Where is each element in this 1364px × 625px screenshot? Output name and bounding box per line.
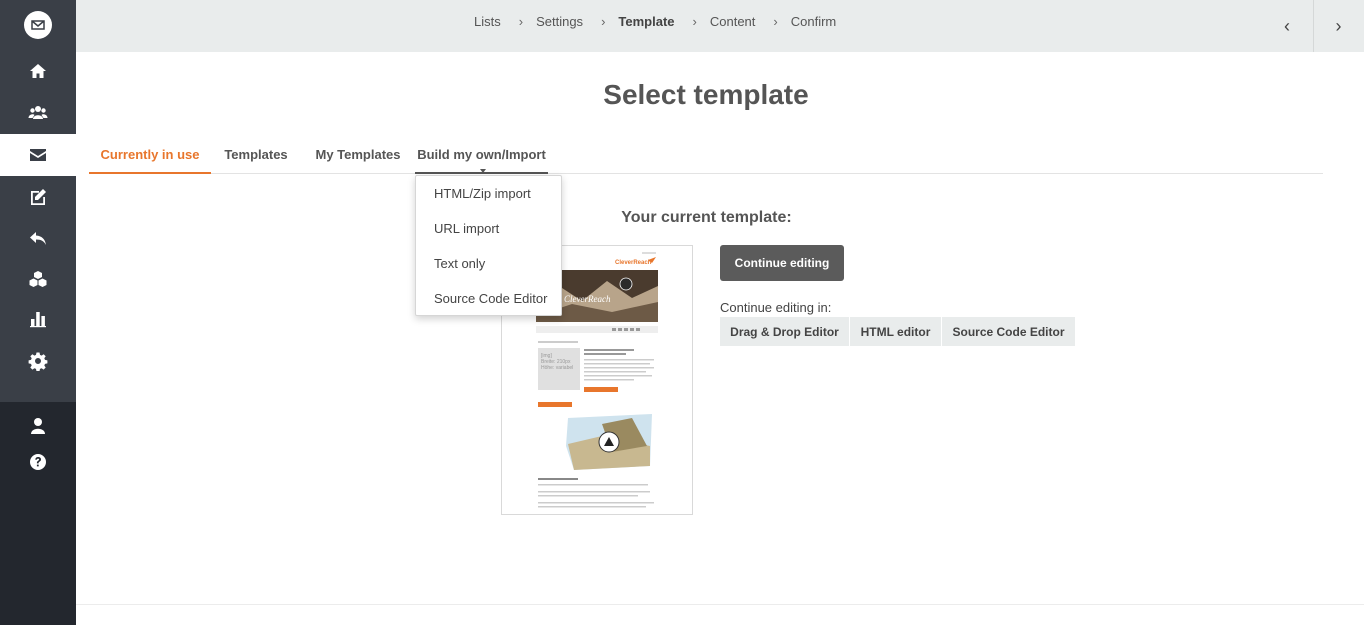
html-editor-button[interactable]: HTML editor [850,317,942,346]
breadcrumb-settings[interactable]: Settings [536,14,583,29]
sidebar-item-help[interactable] [0,441,76,483]
tab-templates[interactable]: Templates [215,140,297,174]
breadcrumb: Lists › Settings › Template › Content › … [474,14,836,29]
breadcrumb-lists[interactable]: Lists [474,14,501,29]
menu-item-url-import[interactable]: URL import [434,221,499,236]
sidebar-item-settings[interactable] [0,340,76,382]
next-step-button[interactable]: › [1313,0,1363,52]
sidebar-item-addons[interactable] [0,258,76,300]
template-tabs: Currently in use Templates My Templates … [89,140,1323,174]
tab-build-own-label: Build my own/Import [417,147,546,162]
edit-icon [31,189,46,205]
chevron-left-icon: ‹ [1284,15,1290,36]
chevron-right-icon: › [518,14,524,29]
continue-editing-button[interactable]: Continue editing [720,245,844,281]
gear-icon [28,352,48,371]
sidebar-item-reports[interactable] [0,298,76,340]
menu-item-html-zip-import[interactable]: HTML/Zip import [434,186,531,201]
sidebar [0,0,76,625]
sidebar-item-home[interactable] [0,50,76,92]
bar-chart-icon [30,312,46,328]
chevron-right-icon: › [773,14,778,29]
footer-divider [76,604,1364,605]
chevron-right-icon: › [692,14,697,29]
build-own-dropdown-menu: HTML/Zip import URL import Text only Sou… [415,175,562,316]
preview-placeholder-3: Höhe: variabel [541,365,573,371]
tab-currently-in-use[interactable]: Currently in use [89,140,211,174]
preview-brand-text: CleverReach [615,260,652,266]
help-icon [30,454,46,470]
sidebar-item-autoresponder[interactable] [0,217,76,259]
chevron-right-icon: › [601,14,606,29]
menu-item-source-code-editor[interactable]: Source Code Editor [434,291,547,306]
breadcrumb-template: Template [618,14,675,29]
source-code-editor-button[interactable]: Source Code Editor [942,317,1075,346]
breadcrumb-content[interactable]: Content [710,14,756,29]
sidebar-item-forms[interactable] [0,176,76,218]
page-title: Select template [603,79,809,110]
mail-logo-icon [31,20,45,30]
tab-build-own-import[interactable]: Build my own/Import [415,140,548,174]
sidebar-item-users[interactable] [0,92,76,134]
top-bar: Lists › Settings › Template › Content › … [76,0,1364,52]
breadcrumb-confirm[interactable]: Confirm [791,14,837,29]
continue-editing-in-label: Continue editing in: [720,300,832,315]
app-logo[interactable] [24,11,52,39]
tab-my-templates[interactable]: My Templates [304,140,412,174]
chevron-right-icon: › [1335,15,1342,36]
menu-item-text-only[interactable]: Text only [434,256,485,271]
editor-button-group: Drag & Drop Editor HTML editor Source Co… [720,317,1075,346]
cubes-icon [29,271,47,287]
previous-step-button[interactable]: ‹ [1262,0,1312,52]
reply-icon [30,232,46,245]
user-icon [31,418,45,434]
drag-drop-editor-button[interactable]: Drag & Drop Editor [720,317,850,346]
svg-text:CleverReach: CleverReach [564,294,611,304]
envelope-icon [30,149,46,161]
caret-down-icon [479,168,486,173]
users-icon [28,106,48,119]
home-icon [30,64,46,78]
sidebar-item-mailings[interactable] [0,134,76,176]
